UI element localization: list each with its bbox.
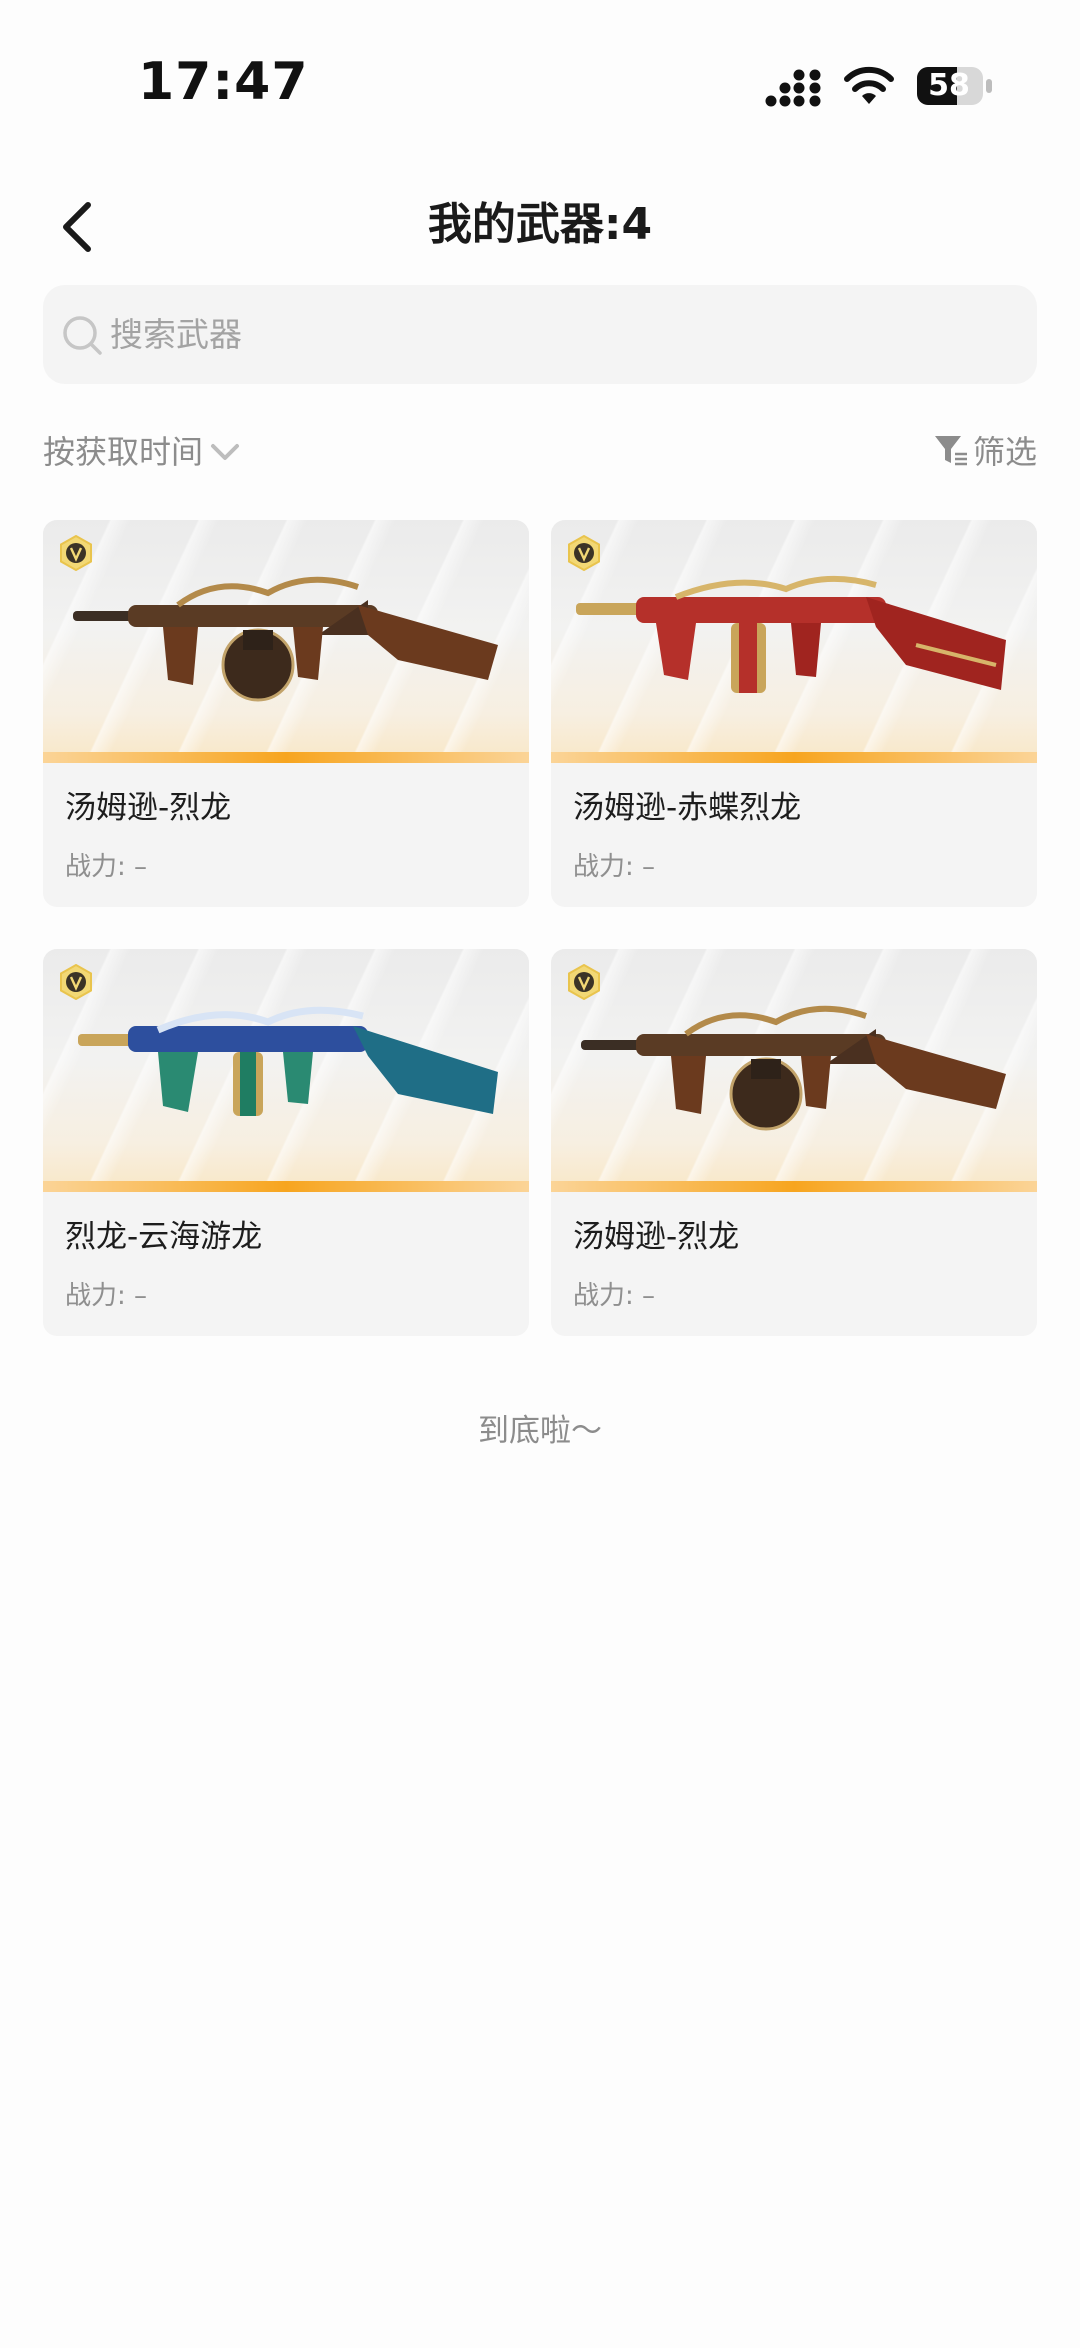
weapon-rifle-icon	[78, 1006, 498, 1116]
status-bar: 17:47 58	[0, 0, 1080, 170]
rarity-bar	[551, 1181, 1037, 1192]
rarity-bar	[551, 752, 1037, 763]
filter-label: 筛选	[972, 433, 1037, 471]
weapon-power: 战力: –	[65, 1281, 148, 1311]
chevron-left-icon	[63, 202, 91, 252]
weapon-card[interactable]: 汤姆逊-烈龙 战力: –	[551, 949, 1037, 1336]
filter-row: 按获取时间 筛选	[43, 425, 1037, 475]
weapon-card[interactable]: 汤姆逊-赤蝶烈龙 战力: –	[551, 520, 1037, 907]
rarity-bar	[43, 752, 529, 763]
end-of-list-text: 到底啦～	[478, 1413, 602, 1449]
sort-label: 按获取时间	[43, 433, 204, 471]
weapon-name: 汤姆逊-赤蝶烈龙	[573, 790, 802, 826]
weapon-rifle-icon	[576, 575, 1006, 693]
search-box[interactable]	[43, 285, 1037, 384]
weapon-power: 战力: –	[65, 852, 148, 882]
weapon-power: 战力: –	[573, 852, 656, 882]
weapon-image-area	[551, 949, 1037, 1192]
back-button[interactable]	[50, 197, 110, 257]
battery-level: 58	[928, 68, 970, 103]
weapon-image-area	[43, 949, 529, 1192]
weapon-card[interactable]: 烈龙-云海游龙 战力: –	[43, 949, 529, 1336]
weapon-name: 烈龙-云海游龙	[65, 1219, 263, 1255]
search-icon	[63, 316, 102, 355]
sort-dropdown[interactable]: 按获取时间	[43, 425, 241, 475]
filter-icon	[934, 436, 967, 466]
weapon-name: 汤姆逊-烈龙	[65, 790, 232, 826]
weapon-rifle-icon	[73, 576, 498, 702]
page-title: 我的武器:4	[427, 199, 653, 250]
status-time: 17:47	[138, 52, 309, 112]
weapon-name: 汤姆逊-烈龙	[573, 1219, 740, 1255]
chevron-down-icon	[211, 444, 240, 460]
nav-bar: 我的武器:4	[0, 185, 1080, 265]
battery-icon: 58	[916, 66, 994, 106]
weapon-image-area	[551, 520, 1037, 763]
weapon-image-area	[43, 520, 529, 763]
cellular-signal-icon	[765, 69, 821, 107]
filter-button[interactable]: 筛选	[933, 425, 1037, 475]
search-input[interactable]	[110, 285, 1010, 384]
weapon-card[interactable]: 汤姆逊-烈龙 战力: –	[43, 520, 529, 907]
weapon-rifle-icon	[581, 1005, 1006, 1131]
weapon-power: 战力: –	[573, 1281, 656, 1311]
wifi-icon	[844, 66, 894, 104]
rarity-bar	[43, 1181, 529, 1192]
